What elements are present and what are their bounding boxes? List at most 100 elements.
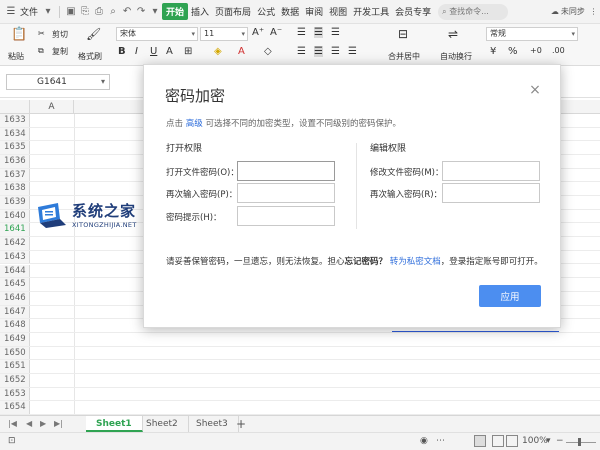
zoom-slider[interactable]	[566, 442, 596, 443]
fill-color-icon[interactable]: ◈	[214, 46, 222, 57]
tab-page-layout[interactable]: 页面布局	[212, 5, 254, 18]
clear-icon[interactable]: ◇	[264, 46, 272, 57]
cut-button[interactable]: 剪切	[52, 29, 68, 40]
tab-member[interactable]: 会员专享	[392, 5, 434, 18]
select-all-corner[interactable]	[0, 100, 30, 114]
tab-home[interactable]: 开始	[162, 3, 189, 20]
table-row[interactable]: 1652	[0, 373, 600, 388]
italic-icon[interactable]: I	[135, 46, 138, 57]
merge-center-icon[interactable]: ⊟	[398, 27, 408, 41]
align-right-icon[interactable]: ☰	[331, 46, 340, 57]
apply-button[interactable]: 应用	[479, 285, 541, 307]
normal-view-icon[interactable]	[474, 435, 486, 447]
tab-formulas[interactable]: 公式	[254, 5, 278, 18]
cut-icon[interactable]: ✂	[38, 29, 45, 38]
table-row[interactable]: 1649	[0, 332, 600, 347]
increase-font-icon[interactable]: A⁺	[252, 27, 264, 38]
paste-icon[interactable]: 📋	[11, 27, 27, 42]
wrap-text-icon[interactable]: ⇌	[448, 27, 458, 41]
zoom-slider-handle[interactable]	[578, 438, 581, 446]
row-number[interactable]: 1649	[0, 332, 30, 346]
zoom-level[interactable]: 100%	[522, 436, 548, 446]
number-format-select[interactable]: 常规 ▾	[486, 27, 578, 41]
currency-icon[interactable]: ¥	[490, 46, 496, 57]
font-name-select[interactable]: 宋体 ▾	[116, 27, 198, 41]
tab-developer[interactable]: 开发工具	[350, 5, 392, 18]
sheet-tab-3[interactable]: Sheet3	[186, 416, 239, 432]
justify-icon[interactable]: ☰	[348, 46, 357, 57]
last-sheet-icon[interactable]: ▶|	[54, 419, 63, 428]
sheet-tab-2[interactable]: Sheet2	[136, 416, 189, 432]
row-number[interactable]: 1637	[0, 168, 30, 182]
row-number[interactable]: 1636	[0, 155, 30, 168]
copy-icon[interactable]: ⧉	[38, 46, 44, 56]
row-number[interactable]: 1645	[0, 278, 30, 291]
page-break-view-icon[interactable]	[506, 435, 518, 447]
page-layout-view-icon[interactable]	[492, 435, 504, 447]
open-password-input[interactable]	[237, 161, 335, 181]
row-number[interactable]: 1648	[0, 319, 30, 332]
advanced-link[interactable]: 高级	[186, 119, 203, 129]
hamburger-menu-icon[interactable]: ☰	[5, 6, 17, 18]
row-number[interactable]: 1651	[0, 360, 30, 373]
table-row[interactable]: 1654	[0, 401, 600, 415]
align-center-icon[interactable]: ☰	[314, 46, 323, 57]
wrap-text-button[interactable]: 自动换行	[440, 51, 472, 62]
tab-review[interactable]: 审阅	[302, 5, 326, 18]
row-number[interactable]: 1643	[0, 250, 30, 264]
merge-center-button[interactable]: 合并居中	[388, 51, 420, 62]
row-number[interactable]: 1641	[0, 223, 30, 237]
align-top-icon[interactable]: ☰	[297, 27, 306, 38]
border-icon[interactable]: ⊞	[184, 46, 192, 57]
row-number[interactable]: 1640	[0, 209, 30, 223]
next-sheet-icon[interactable]: ▶	[40, 419, 46, 428]
prev-sheet-icon[interactable]: ◀	[26, 419, 32, 428]
column-header-a[interactable]: A	[30, 100, 74, 114]
export-icon[interactable]: ⎘	[78, 6, 92, 17]
row-number[interactable]: 1654	[0, 401, 30, 414]
edit-confirm-input[interactable]	[442, 183, 540, 203]
view-options-icon[interactable]: ⋯	[436, 436, 445, 446]
align-left-icon[interactable]: ☰	[297, 46, 306, 57]
align-middle-icon[interactable]: ☰	[314, 27, 323, 38]
increase-decimal-icon[interactable]: +0	[530, 46, 542, 55]
decrease-decimal-icon[interactable]: .00	[552, 46, 565, 55]
row-number[interactable]: 1653	[0, 387, 30, 401]
chevron-down-icon[interactable]: ▾	[41, 6, 55, 17]
zoom-out-button[interactable]: −	[556, 436, 564, 446]
row-number[interactable]: 1634	[0, 127, 30, 141]
copy-button[interactable]: 复制	[52, 46, 68, 57]
share-icon[interactable]: ⋮	[587, 7, 600, 16]
row-number[interactable]: 1647	[0, 305, 30, 319]
row-number[interactable]: 1638	[0, 182, 30, 196]
format-painter-icon[interactable]: 🖌	[86, 27, 101, 41]
tab-insert[interactable]: 插入	[188, 5, 212, 18]
close-icon[interactable]: ×	[528, 83, 542, 97]
redo-icon[interactable]: ↷	[134, 6, 148, 17]
more-icon[interactable]: ▾	[148, 6, 162, 17]
row-number[interactable]: 1650	[0, 346, 30, 360]
password-hint-input[interactable]	[237, 206, 335, 226]
row-number[interactable]: 1639	[0, 196, 30, 209]
tab-data[interactable]: 数据	[278, 5, 302, 18]
table-row[interactable]: 1653	[0, 387, 600, 402]
underline-icon[interactable]: U	[150, 46, 157, 57]
table-row[interactable]: 1651	[0, 360, 600, 374]
save-icon[interactable]: ▣	[64, 6, 78, 17]
tab-view[interactable]: 视图	[326, 5, 350, 18]
first-sheet-icon[interactable]: |◀	[8, 419, 17, 428]
macro-icon[interactable]: ⊡	[8, 436, 16, 446]
bold-icon[interactable]: B	[118, 46, 126, 57]
row-number[interactable]: 1633	[0, 114, 30, 127]
eye-protect-icon[interactable]: ◉	[420, 436, 428, 446]
font-size-select[interactable]: 11 ▾	[200, 27, 248, 41]
command-search[interactable]: ⌕ 查找命令...	[438, 3, 509, 20]
sheet-tab-1[interactable]: Sheet1	[86, 416, 143, 432]
add-sheet-button[interactable]: +	[236, 417, 246, 431]
sync-status[interactable]: ☁ 未同步 ⋮	[551, 6, 600, 17]
strikethrough-icon[interactable]: A	[166, 46, 173, 57]
row-number[interactable]: 1644	[0, 264, 30, 278]
format-painter-button[interactable]: 格式刷	[78, 51, 102, 62]
percent-icon[interactable]: %	[508, 46, 518, 57]
row-number[interactable]: 1642	[0, 237, 30, 250]
